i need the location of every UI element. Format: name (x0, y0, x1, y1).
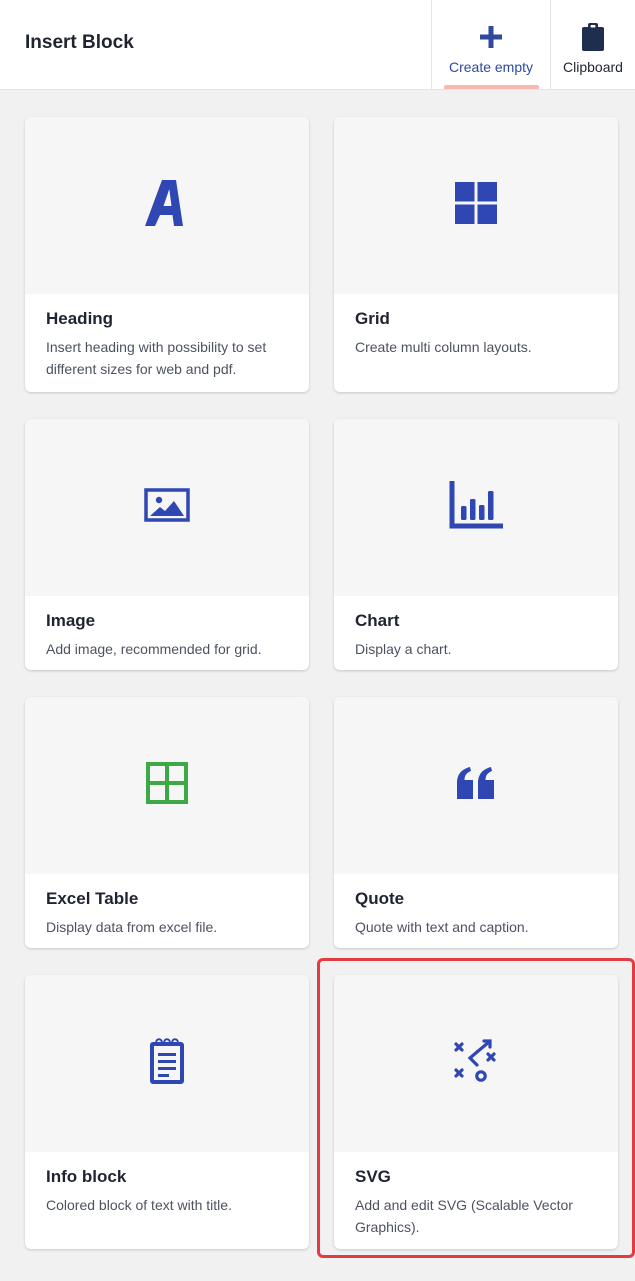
card-description: Create multi column layouts. (355, 339, 532, 355)
active-tab-indicator (444, 85, 539, 89)
card-preview (334, 419, 618, 596)
grid-icon (455, 182, 497, 229)
card-description: Colored block of text with title. (46, 1197, 232, 1213)
card-title: Chart (355, 611, 400, 630)
quote-icon (457, 767, 495, 804)
card-description: Quote with text and caption. (355, 919, 529, 935)
block-card-heading[interactable]: Heading Insert heading with possibility … (25, 117, 309, 392)
card-title: Excel Table (46, 889, 139, 908)
card-preview (334, 117, 618, 294)
block-card-quote[interactable]: Quote Quote with text and caption. (334, 697, 618, 948)
card-preview (25, 975, 309, 1152)
clipboard-icon (581, 20, 605, 54)
card-preview (25, 117, 309, 294)
block-card-info-block[interactable]: Info block Colored block of text with ti… (25, 975, 309, 1249)
bar-chart-icon (449, 481, 503, 534)
card-title: Grid (355, 309, 390, 328)
clipboard-button[interactable]: Clipboard (550, 0, 635, 89)
svg-strategy-icon (453, 1038, 499, 1089)
card-description: Display a chart. (355, 641, 452, 657)
card-preview (334, 975, 618, 1152)
image-icon (144, 488, 190, 527)
table-icon (146, 762, 188, 809)
card-preview (25, 697, 309, 874)
card-title: Image (46, 611, 96, 630)
insert-block-header: Insert Block Create empty Clipboard (0, 0, 635, 90)
block-card-svg[interactable]: SVG Add and edit SVG (Scalable Vector Gr… (334, 975, 618, 1249)
page-title: Insert Block (25, 32, 134, 53)
card-title: Quote (355, 889, 405, 908)
create-empty-label: Create empty (448, 59, 534, 75)
card-description: Insert heading with possibility to set d… (46, 339, 267, 377)
card-title: Heading (46, 309, 114, 328)
block-card-excel-table[interactable]: Excel Table Display data from excel file… (25, 697, 309, 948)
create-empty-button[interactable]: Create empty (431, 0, 550, 89)
heading-letter-a-icon (145, 180, 189, 231)
notepad-icon (150, 1038, 184, 1089)
card-description: Display data from excel file. (46, 919, 218, 935)
card-title: Info block (46, 1167, 127, 1186)
clipboard-label: Clipboard (563, 59, 623, 75)
block-card-chart[interactable]: Chart Display a chart. (334, 419, 618, 670)
block-card-grid[interactable]: Grid Create multi column layouts. (334, 117, 618, 392)
plus-icon (480, 20, 502, 54)
card-preview (334, 697, 618, 874)
card-description: Add image, recommended for grid. (46, 641, 262, 657)
block-card-image[interactable]: Image Add image, recommended for grid. (25, 419, 309, 670)
card-preview (25, 419, 309, 596)
card-title: SVG (355, 1167, 391, 1186)
card-description: Add and edit SVG (Scalable Vector Graphi… (355, 1197, 573, 1235)
